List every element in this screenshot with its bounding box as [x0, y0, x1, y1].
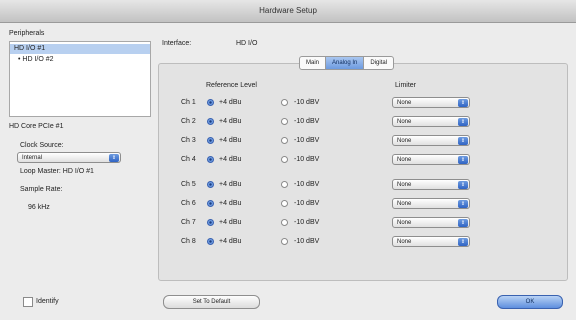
radio-plus4-dbu[interactable]	[207, 137, 214, 144]
limiter-value: None	[397, 239, 412, 245]
ok-button[interactable]: OK	[497, 295, 563, 309]
limiter-heading: Limiter	[395, 82, 417, 89]
radio-minus10-dbv[interactable]	[281, 200, 288, 207]
limiter-select[interactable]: None ⇕	[392, 135, 470, 146]
limiter-select[interactable]: None ⇕	[392, 198, 470, 209]
chevron-updown-icon: ⇕	[458, 200, 468, 208]
radio-plus4-dbu-label: +4 dBu	[219, 137, 242, 144]
peripheral-item-hd-io-2[interactable]: • HD I/O #2	[10, 55, 150, 65]
window-title: Hardware Setup	[259, 6, 317, 15]
chevron-updown-icon: ⇕	[109, 154, 119, 162]
limiter-select[interactable]: None ⇕	[392, 97, 470, 108]
channel-label: Ch 5	[181, 181, 196, 188]
limiter-value: None	[397, 220, 412, 226]
peripheral-item-hd-io-1[interactable]: HD I/O #1	[10, 44, 150, 54]
settings-panel	[158, 63, 568, 281]
chevron-updown-icon: ⇕	[458, 118, 468, 126]
loop-master-text: Loop Master: HD I/O #1	[20, 168, 94, 175]
reference-level-heading: Reference Level	[206, 82, 257, 89]
chevron-updown-icon: ⇕	[458, 219, 468, 227]
radio-plus4-dbu[interactable]	[207, 200, 214, 207]
card-name: HD Core PCIe #1	[9, 123, 64, 130]
radio-minus10-dbv[interactable]	[281, 219, 288, 226]
radio-plus4-dbu-label: +4 dBu	[219, 99, 242, 106]
radio-minus10-dbv[interactable]	[281, 99, 288, 106]
radio-minus10-dbv-label: -10 dBV	[294, 238, 320, 245]
radio-plus4-dbu-label: +4 dBu	[219, 181, 242, 188]
radio-minus10-dbv-label: -10 dBV	[294, 137, 320, 144]
identify-label: Identify	[36, 298, 59, 305]
peripherals-list[interactable]: HD I/O #1 • HD I/O #2	[9, 41, 151, 117]
limiter-value: None	[397, 201, 412, 207]
radio-minus10-dbv[interactable]	[281, 137, 288, 144]
radio-plus4-dbu[interactable]	[207, 156, 214, 163]
radio-plus4-dbu-label: +4 dBu	[219, 219, 242, 226]
radio-minus10-dbv-label: -10 dBV	[294, 99, 320, 106]
tab-digital[interactable]: Digital	[364, 57, 393, 69]
chevron-updown-icon: ⇕	[458, 99, 468, 107]
sample-rate-label: Sample Rate:	[20, 186, 63, 193]
clock-source-label: Clock Source:	[20, 142, 64, 149]
channel-label: Ch 4	[181, 156, 196, 163]
channel-label: Ch 8	[181, 238, 196, 245]
radio-plus4-dbu-label: +4 dBu	[219, 200, 242, 207]
radio-plus4-dbu[interactable]	[207, 219, 214, 226]
limiter-select[interactable]: None ⇕	[392, 154, 470, 165]
limiter-value: None	[397, 157, 412, 163]
radio-plus4-dbu[interactable]	[207, 99, 214, 106]
radio-plus4-dbu-label: +4 dBu	[219, 156, 242, 163]
radio-minus10-dbv[interactable]	[281, 181, 288, 188]
radio-minus10-dbv[interactable]	[281, 238, 288, 245]
radio-plus4-dbu-label: +4 dBu	[219, 238, 242, 245]
channel-label: Ch 6	[181, 200, 196, 207]
radio-plus4-dbu[interactable]	[207, 181, 214, 188]
clock-source-select[interactable]: Internal ⇕	[17, 152, 121, 163]
limiter-value: None	[397, 138, 412, 144]
chevron-updown-icon: ⇕	[458, 137, 468, 145]
radio-minus10-dbv-label: -10 dBV	[294, 181, 320, 188]
peripherals-heading: Peripherals	[9, 30, 45, 37]
channel-label: Ch 2	[181, 118, 196, 125]
radio-minus10-dbv[interactable]	[281, 118, 288, 125]
limiter-value: None	[397, 119, 412, 125]
tab-main[interactable]: Main	[300, 57, 327, 69]
tab-bar: Main Analog In Digital	[299, 56, 395, 70]
sample-rate-value: 96 kHz	[28, 204, 50, 211]
limiter-value: None	[397, 182, 412, 188]
radio-minus10-dbv-label: -10 dBV	[294, 219, 320, 226]
radio-minus10-dbv-label: -10 dBV	[294, 200, 320, 207]
interface-label: Interface:	[162, 40, 192, 47]
clock-source-value: Internal	[22, 155, 43, 161]
limiter-select[interactable]: None ⇕	[392, 179, 470, 190]
identify-checkbox[interactable]	[23, 297, 33, 307]
chevron-updown-icon: ⇕	[458, 238, 468, 246]
limiter-select[interactable]: None ⇕	[392, 236, 470, 247]
tab-analog-in[interactable]: Analog In	[326, 57, 365, 69]
radio-minus10-dbv-label: -10 dBV	[294, 156, 320, 163]
radio-plus4-dbu[interactable]	[207, 238, 214, 245]
chevron-updown-icon: ⇕	[458, 181, 468, 189]
limiter-select[interactable]: None ⇕	[392, 116, 470, 127]
radio-minus10-dbv[interactable]	[281, 156, 288, 163]
interface-value: HD I/O	[236, 40, 258, 47]
title-bar[interactable]: Hardware Setup	[0, 0, 576, 23]
radio-plus4-dbu[interactable]	[207, 118, 214, 125]
channel-label: Ch 1	[181, 99, 196, 106]
radio-minus10-dbv-label: -10 dBV	[294, 118, 320, 125]
channel-label: Ch 7	[181, 219, 196, 226]
channel-label: Ch 3	[181, 137, 196, 144]
limiter-value: None	[397, 100, 412, 106]
set-to-default-button[interactable]: Set To Default	[163, 295, 260, 309]
limiter-select[interactable]: None ⇕	[392, 217, 470, 228]
radio-plus4-dbu-label: +4 dBu	[219, 118, 242, 125]
chevron-updown-icon: ⇕	[458, 156, 468, 164]
